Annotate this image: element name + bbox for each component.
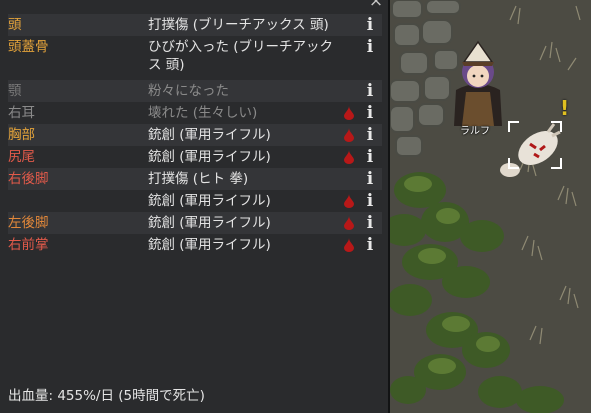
body-part-label: 尻尾 [8, 149, 35, 165]
injury-list: 頭 打撲傷 (ブリーチアックス 頭) i 頭蓋骨 ひびが入った (ブリーチアックス 頭)… [8, 14, 382, 256]
info-icon[interactable]: i [364, 235, 376, 255]
info-icon[interactable]: i [364, 147, 376, 167]
bleeding-icon [344, 128, 354, 142]
injury-row[interactable]: 顎 粉々になった i [8, 80, 382, 102]
bleeding-icon [344, 194, 354, 208]
bleeding-icon [344, 216, 354, 230]
injury-row[interactable]: 左後脚 銃創 (軍用ライフル) i [8, 212, 382, 234]
info-icon[interactable]: i [364, 191, 376, 211]
injury-description: 打撲傷 (ブリーチアックス 頭) [148, 17, 329, 33]
injury-row[interactable]: 右前掌 銃創 (軍用ライフル) i [8, 234, 382, 256]
injury-row[interactable]: 頭蓋骨 ひびが入った (ブリーチアックス 頭) i [8, 36, 382, 80]
body-part-label: 頭蓋骨 [8, 39, 49, 55]
body-part-label: 右前掌 [8, 237, 49, 253]
game-map[interactable]: ラルフ ! [390, 0, 591, 413]
injury-row[interactable]: 銃創 (軍用ライフル) i [8, 190, 382, 212]
bleeding-icon [344, 150, 354, 164]
info-icon[interactable]: i [364, 169, 376, 189]
body-part-label: 右耳 [8, 105, 35, 121]
injury-row[interactable]: 右耳 壊れた (生々しい) i [8, 102, 382, 124]
map-terrain [390, 0, 591, 413]
body-part-label: 胸部 [8, 127, 35, 143]
injury-description: ひびが入った (ブリーチアックス 頭) [148, 39, 334, 73]
bleeding-icon [344, 106, 354, 120]
alert-icon: ! [560, 96, 570, 120]
info-icon[interactable]: i [364, 125, 376, 145]
injury-row[interactable]: 尻尾 銃創 (軍用ライフル) i [8, 146, 382, 168]
bleed-rate-summary: 出血量: 455%/日 (5時間で死亡) [8, 388, 205, 404]
info-icon[interactable]: i [364, 103, 376, 123]
pawn-name-label[interactable]: ラルフ [460, 122, 490, 137]
injury-description: 粉々になった [148, 83, 229, 99]
body-part-label: 右後脚 [8, 171, 49, 187]
injury-row[interactable]: 頭 打撲傷 (ブリーチアックス 頭) i [8, 14, 382, 36]
info-icon[interactable]: i [364, 15, 376, 35]
body-part-label: 左後脚 [8, 215, 49, 231]
bleeding-icon [344, 238, 354, 252]
body-part-label: 顎 [8, 83, 22, 99]
info-icon[interactable]: i [364, 37, 376, 57]
body-part-label: 頭 [8, 17, 22, 33]
info-icon[interactable]: i [364, 81, 376, 101]
health-panel: × 頭 打撲傷 (ブリーチアックス 頭) i 頭蓋骨 ひびが入った (ブリーチアックス … [0, 0, 390, 413]
injury-description: 打撲傷 (ヒト 拳) [148, 171, 249, 187]
info-icon[interactable]: i [364, 213, 376, 233]
close-icon[interactable]: × [368, 0, 384, 10]
injury-row[interactable]: 胸部 銃創 (軍用ライフル) i [8, 124, 382, 146]
injury-row[interactable]: 右後脚 打撲傷 (ヒト 拳) i [8, 168, 382, 190]
